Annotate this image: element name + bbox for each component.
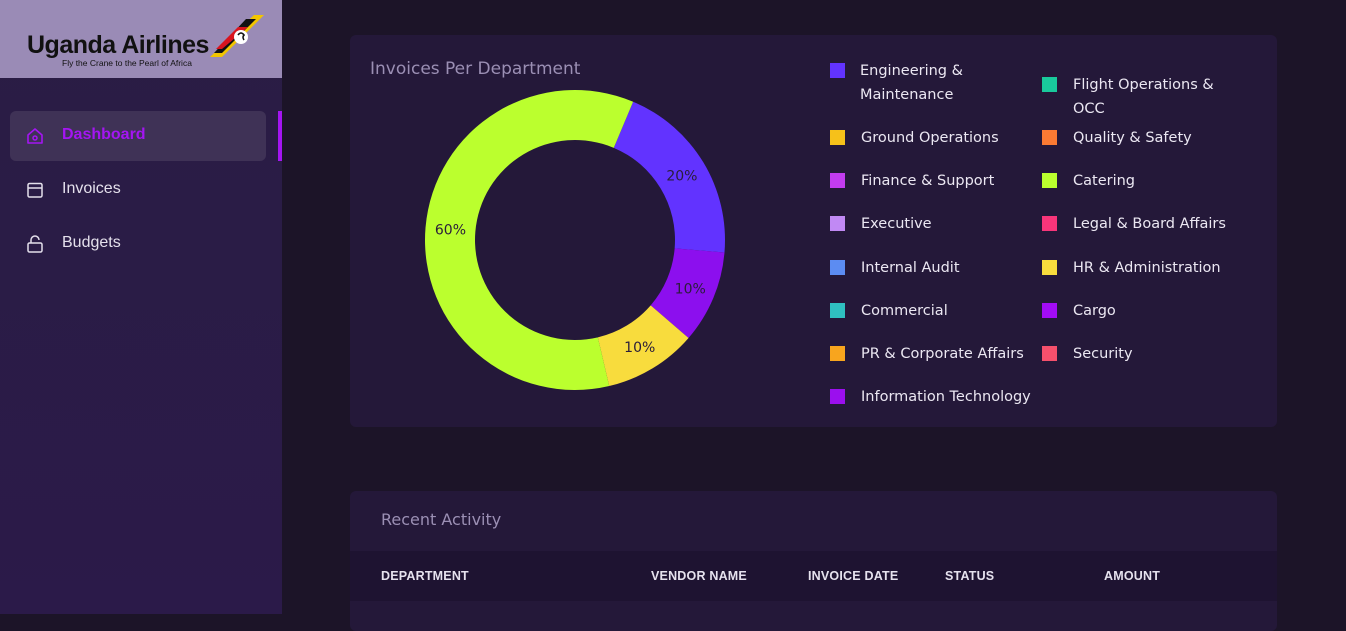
legend-label: Legal & Board Affairs [1073,216,1226,232]
legend-swatch [830,173,845,188]
legend-swatch [1042,216,1057,231]
legend-label: Quality & Safety [1073,130,1192,146]
legend-label: Engineering & Maintenance [860,63,963,103]
brand-tagline: Fly the Crane to the Pearl of Africa [62,58,192,68]
legend-label: Flight Operations & OCC [1073,77,1214,117]
sidebar: Uganda Airlines Fly the Crane to the Pea… [0,0,282,614]
slice-label: 60% [435,223,466,239]
card-title: Recent Activity [381,510,502,529]
sidebar-item-dashboard[interactable]: Dashboard [10,111,266,161]
legend-swatch [830,63,845,78]
invoices-chart-card: Invoices Per Department 20% 10% 10% 60% Eng… [350,35,1277,427]
active-indicator [278,111,282,161]
legend-swatch [830,216,845,231]
lock-icon [27,235,43,253]
legend-label: PR & Corporate Affairs [861,346,1024,362]
legend-label: Catering [1073,173,1136,189]
legend-label: Executive [861,216,932,232]
column-header-department[interactable]: DEPARTMENT [381,569,469,583]
slice-label: 20% [666,168,697,184]
crane-tail-icon [210,15,264,57]
legend-swatch [1042,130,1057,145]
brand-name: Uganda Airlines [27,31,209,59]
legend-label: Finance & Support [861,173,995,189]
legend-swatch [830,346,845,361]
sidebar-item-invoices[interactable]: Invoices [10,165,266,215]
legend-label: Ground Operations [861,130,999,146]
logo[interactable]: Uganda Airlines Fly the Crane to the Pea… [0,0,282,78]
legend-swatch [1042,346,1057,361]
legend-swatch [830,260,845,275]
table-body [350,601,1277,614]
column-header-status[interactable]: STATUS [945,569,994,583]
legend-label: Information Technology [861,389,1031,405]
sidebar-item-budgets[interactable]: Budgets [10,219,266,269]
legend-swatch [830,303,845,318]
legend-swatch [830,389,845,404]
column-header-vendor-name[interactable]: VENDOR NAME [651,569,747,583]
donut-chart: 20% 10% 10% 60% [425,90,725,391]
home-icon [27,128,43,144]
legend-swatch [1042,77,1057,92]
legend-swatch [830,130,845,145]
column-header-invoice-date[interactable]: INVOICE DATE [808,569,898,583]
legend-label: Security [1073,346,1133,362]
sidebar-item-label: Budgets [62,234,121,251]
legend-label: Cargo [1073,303,1116,319]
legend-label: Commercial [861,303,948,319]
sidebar-item-label: Dashboard [62,126,146,143]
table-header: DEPARTMENT VENDOR NAME INVOICE DATE STAT… [350,551,1277,601]
legend-swatch [1042,260,1057,275]
legend-label: Internal Audit [861,260,960,276]
legend-swatch [1042,303,1057,318]
sidebar-item-label: Invoices [62,180,121,197]
legend-label: HR & Administration [1073,260,1221,276]
legend-swatch [1042,173,1057,188]
slice-label: 10% [675,281,706,297]
slice-label: 10% [624,340,655,356]
column-header-amount[interactable]: AMOUNT [1104,569,1160,583]
calendar-icon [27,182,43,198]
